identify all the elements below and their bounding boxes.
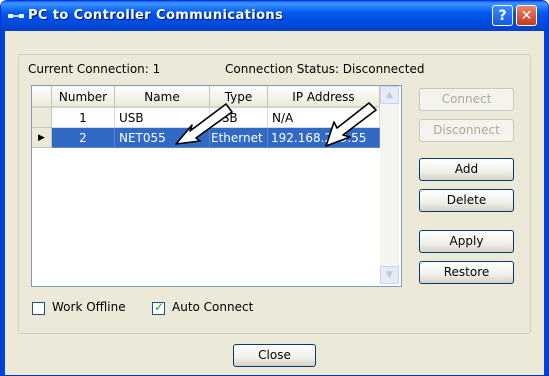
help-icon: ? xyxy=(498,8,507,24)
connection-status-label: Connection Status: Disconnected xyxy=(225,62,425,76)
delete-button[interactable]: Delete xyxy=(419,189,514,212)
title-bar[interactable]: PC to Controller Communications ? ✕ xyxy=(1,1,548,31)
window-frame-right xyxy=(544,31,548,375)
column-header-name[interactable]: Name xyxy=(115,86,210,108)
cell-ip-address: N/A xyxy=(268,108,380,128)
scroll-up-icon[interactable]: ▲ xyxy=(380,86,399,104)
table-row-selected[interactable]: ▶ 2 NET055 Ethernet 192.168.219.55 xyxy=(32,128,380,148)
column-header-number[interactable]: Number xyxy=(52,86,115,108)
connect-button[interactable]: Connect xyxy=(419,88,514,111)
current-connection-label: Current Connection: 1 xyxy=(28,62,161,76)
cell-type: Ethernet xyxy=(210,128,268,148)
scroll-down-icon[interactable]: ▼ xyxy=(380,266,399,284)
connections-table[interactable]: Number Name Type IP Address 1 USB USB N/… xyxy=(31,85,402,287)
column-header-ip-address[interactable]: IP Address xyxy=(268,86,380,108)
row-indicator xyxy=(32,108,52,128)
cell-name: USB xyxy=(115,108,210,128)
apply-button[interactable]: Apply xyxy=(419,230,514,253)
work-offline-label[interactable]: Work Offline xyxy=(52,300,126,314)
table-row[interactable]: 1 USB USB N/A xyxy=(32,108,380,128)
close-button[interactable]: Close xyxy=(233,344,316,367)
table-vertical-scrollbar[interactable]: ▲ ▼ xyxy=(380,86,399,284)
cell-number: 2 xyxy=(52,128,115,148)
add-button[interactable]: Add xyxy=(419,158,514,181)
help-button[interactable]: ? xyxy=(492,5,513,26)
close-window-button[interactable]: ✕ xyxy=(516,5,537,26)
current-row-arrow-icon: ▶ xyxy=(32,128,52,148)
cell-name: NET055 xyxy=(115,128,210,148)
auto-connect-checkbox[interactable]: ✓ xyxy=(152,300,165,315)
cell-type: USB xyxy=(210,108,268,128)
connection-icon xyxy=(8,14,24,18)
row-header-corner xyxy=(32,86,52,108)
window-frame-left xyxy=(1,31,5,375)
cell-number: 1 xyxy=(52,108,115,128)
column-header-type[interactable]: Type xyxy=(210,86,268,108)
work-offline-checkbox[interactable] xyxy=(32,302,45,315)
cell-ip-address: 192.168.219.55 xyxy=(268,128,380,148)
checkmark-icon: ✓ xyxy=(154,300,165,314)
window-title: PC to Controller Communications xyxy=(28,8,284,23)
close-icon: ✕ xyxy=(520,8,533,24)
restore-button[interactable]: Restore xyxy=(419,261,514,284)
auto-connect-label[interactable]: Auto Connect xyxy=(172,300,253,314)
disconnect-button[interactable]: Disconnect xyxy=(419,119,514,142)
